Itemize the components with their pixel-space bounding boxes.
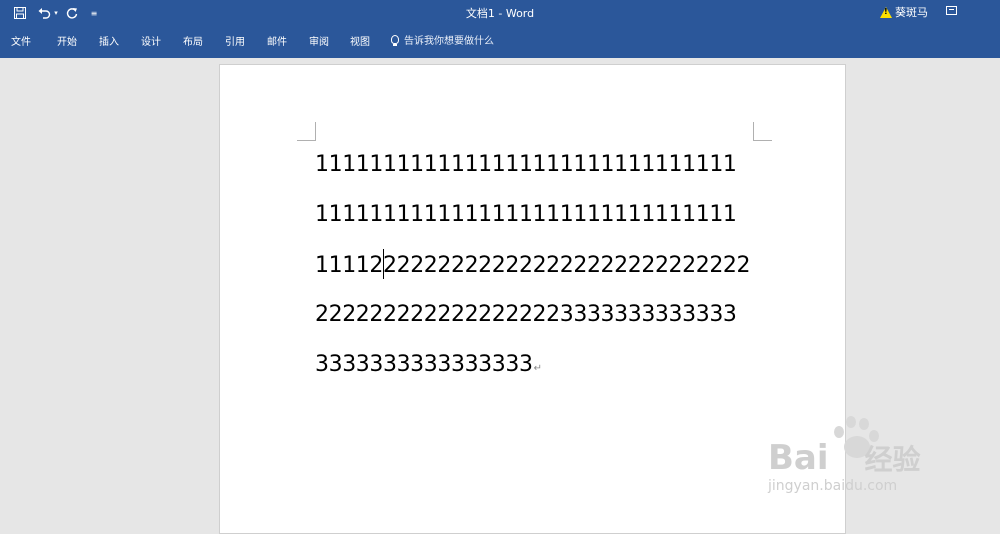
margin-corner-top-left (297, 122, 316, 141)
watermark: Bai 经验 jingyan.baidu.com (768, 438, 921, 494)
user-account[interactable]: 葵斑马 (880, 4, 928, 20)
watermark-brand: Bai (768, 438, 829, 478)
ribbon-display-options-icon[interactable] (946, 6, 957, 15)
tab-insert[interactable]: 插入 (99, 33, 119, 48)
text-after-cursor: 222222222222222222222222222 (383, 253, 751, 278)
user-name: 葵斑马 (895, 6, 928, 19)
watermark-brand-suffix: 经验 (864, 443, 921, 476)
tab-mailings[interactable]: 邮件 (267, 33, 287, 48)
window-title: 文档1 - Word (465, 7, 535, 20)
tab-references[interactable]: 引用 (225, 33, 245, 48)
text-twos: 222222222222222222 (315, 302, 560, 327)
text-threes: 3333333333333 (559, 302, 737, 327)
margin-corner-top-right (753, 122, 772, 141)
tab-home[interactable]: 开始 (57, 33, 77, 48)
document-page[interactable]: 1111111111111111111111111111111 11111111… (219, 64, 846, 534)
tell-me-search[interactable]: 告诉我你想要做什么 (391, 32, 494, 47)
lightbulb-icon (391, 35, 399, 46)
text-line-5: 3333333333333333↵ (315, 351, 542, 379)
text-line-2: 1111111111111111111111111111111 (315, 202, 737, 227)
text-last: 3333333333333333 (315, 352, 533, 377)
text-line-1: 1111111111111111111111111111111 (315, 152, 737, 177)
ribbon: 文件 开始 插入 设计 布局 引用 邮件 审阅 视图 告诉我你想要做什么 (0, 27, 1000, 58)
tab-view[interactable]: 视图 (350, 33, 370, 48)
watermark-url: jingyan.baidu.com (768, 478, 898, 494)
text-cursor (383, 249, 384, 279)
text-before-cursor: 11112 (315, 253, 383, 278)
paragraph-mark: ↵ (533, 363, 542, 374)
warning-icon (880, 6, 892, 18)
title-bar: ▾ ≡ 文档1 - Word 葵斑马 (0, 0, 1000, 27)
tab-file[interactable]: 文件 (11, 33, 31, 48)
tab-layout[interactable]: 布局 (183, 33, 203, 48)
tell-me-text: 告诉我你想要做什么 (404, 36, 494, 47)
tab-design[interactable]: 设计 (141, 33, 161, 48)
text-line-4: 2222222222222222223333333333333 (315, 301, 737, 329)
tab-review[interactable]: 审阅 (309, 33, 329, 48)
text-line-3: 11112222222222222222222222222222 (315, 249, 751, 279)
